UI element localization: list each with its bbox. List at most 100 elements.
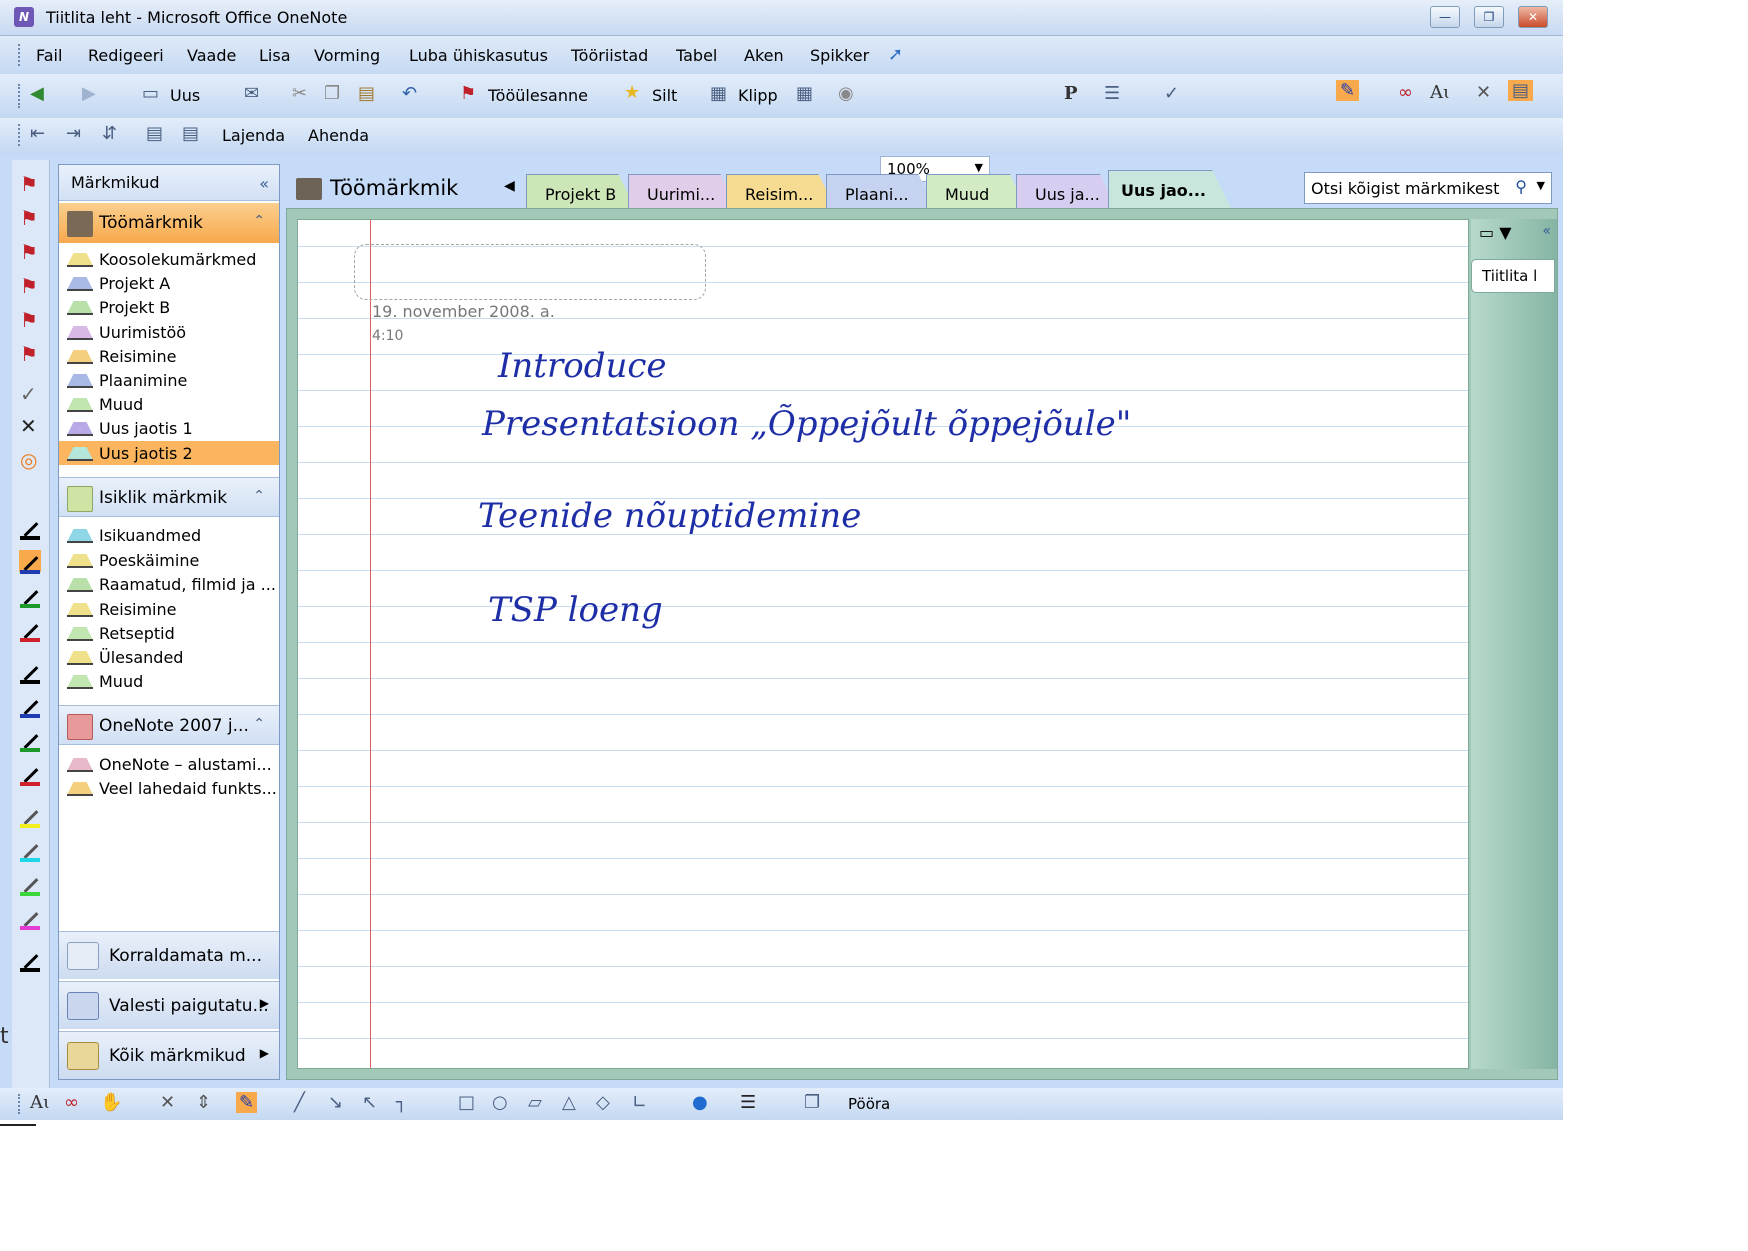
paste-icon[interactable]: ▤ <box>358 83 375 104</box>
check-icon[interactable]: ✓ <box>20 384 37 404</box>
rule-lines-icon[interactable]: ▤ <box>1508 80 1534 101</box>
toolbar-grip[interactable] <box>18 124 22 146</box>
move-icon[interactable]: ⇵ <box>102 123 117 144</box>
section-item[interactable]: Muud <box>59 669 279 693</box>
flag-icon[interactable]: ⚑ <box>20 344 38 364</box>
pen-red-icon[interactable] <box>19 618 41 642</box>
menu-tooriistad[interactable]: Tööriistad <box>571 46 648 65</box>
notebook-isiklik[interactable]: Isiklik märkmik ⌃ <box>59 477 279 517</box>
new-button[interactable]: Uus <box>170 86 200 105</box>
arrow-icon[interactable]: ↘ <box>328 1092 343 1113</box>
search-icon[interactable]: ⚲ <box>1515 177 1527 196</box>
close-icon[interactable]: ✕ <box>20 416 37 436</box>
section-item[interactable]: Koosolekumärkmed <box>59 247 279 271</box>
circle-icon[interactable]: ○ <box>492 1092 508 1113</box>
restore-button[interactable]: ❐ <box>1474 6 1504 28</box>
menu-spikker[interactable]: Spikker <box>810 46 869 65</box>
flag-icon[interactable]: ⚑ <box>20 310 38 330</box>
link-icon[interactable]: ◉ <box>838 83 854 104</box>
tab-reisimine[interactable]: Reisim... <box>726 174 836 210</box>
task-button[interactable]: Tööülesanne <box>488 86 588 105</box>
new-page-icon[interactable]: ▭ ▼ <box>1479 223 1512 242</box>
expand-button[interactable]: Lajenda <box>222 126 285 145</box>
pen-green-icon[interactable] <box>19 584 41 608</box>
parallelogram-icon[interactable]: ▱ <box>528 1092 542 1113</box>
help-link-icon[interactable]: ➚ <box>888 44 903 65</box>
collapse-pane-icon[interactable]: « <box>1542 223 1551 239</box>
color-icon[interactable]: ● <box>692 1092 708 1113</box>
section-item[interactable]: Retseptid <box>59 621 279 645</box>
section-item[interactable]: Uurimistöö <box>59 320 279 344</box>
menu-luba-uhiskasutus[interactable]: Luba ühiskasutus <box>409 46 548 65</box>
flag-icon[interactable]: ⚑ <box>20 174 38 194</box>
ink-line-2[interactable]: Presentatsioon „Õppejõult õppejõule" <box>482 404 1131 444</box>
graph-icon[interactable]: ∟ <box>632 1092 647 1113</box>
show-levels-icon[interactable]: ▤ <box>182 123 199 144</box>
menu-tabel[interactable]: Tabel <box>676 46 717 65</box>
paragraph-icon[interactable]: P <box>1064 83 1078 104</box>
forward-icon[interactable]: ▶ <box>82 83 96 104</box>
insert-space-icon[interactable]: ⇕ <box>196 1092 211 1113</box>
cut-icon[interactable]: ✂ <box>292 83 307 104</box>
highlighter-pink-icon[interactable] <box>19 906 41 930</box>
thickness-icon[interactable]: ☰ <box>740 1092 756 1113</box>
section-item[interactable]: Muud <box>59 392 279 416</box>
tab-uus-jaotis-2[interactable]: Uus jao... <box>1108 170 1232 210</box>
section-item-selected[interactable]: Uus jaotis 2 <box>59 441 279 465</box>
email-icon[interactable]: ✉ <box>244 83 259 104</box>
scroll-tabs-left-icon[interactable]: ◀ <box>504 178 515 194</box>
type-text-icon[interactable]: Aɩ <box>1430 82 1450 103</box>
panning-hand-icon[interactable]: ✋ <box>100 1092 122 1113</box>
triangle-icon[interactable]: △ <box>562 1092 576 1113</box>
section-item[interactable]: OneNote – alustami... <box>59 752 279 776</box>
tag-button[interactable]: Silt <box>652 86 677 105</box>
section-item[interactable]: Veel lahedaid funkts... <box>59 776 279 800</box>
tab-uus-jaotis-1[interactable]: Uus ja... <box>1016 174 1116 210</box>
menu-aken[interactable]: Aken <box>744 46 784 65</box>
note-page[interactable]: 19. november 2008. a. 4:10 Introduce Pre… <box>297 219 1469 1069</box>
collapse-button[interactable]: Ahenda <box>308 126 369 145</box>
section-item[interactable]: Poeskäimine <box>59 548 279 572</box>
menu-fail[interactable]: Fail <box>36 46 62 65</box>
section-item[interactable]: Reisimine <box>59 597 279 621</box>
clip-button[interactable]: Klipp <box>738 86 778 105</box>
ink-line-4[interactable]: TSP loeng <box>488 590 663 630</box>
page-tab[interactable]: Tiitlita l <box>1471 259 1555 293</box>
pen-red-icon[interactable] <box>19 762 41 786</box>
chevron-down-icon[interactable]: ▼ <box>1537 179 1545 192</box>
notebook-toomarkmik[interactable]: Töömärkmik ⌃ <box>59 203 279 243</box>
pen-blue-icon[interactable] <box>19 694 41 718</box>
close-button[interactable]: ✕ <box>1518 6 1548 28</box>
undo-icon[interactable]: ↶ <box>402 83 417 104</box>
table-icon[interactable]: ▦ <box>796 83 813 104</box>
back-icon[interactable]: ◀ <box>30 83 44 104</box>
menu-lisa[interactable]: Lisa <box>259 46 291 65</box>
line-icon[interactable]: ╱ <box>294 1092 305 1113</box>
chevron-up-icon[interactable]: ⌃ <box>253 213 265 229</box>
highlighter-yellow-icon[interactable] <box>19 804 41 828</box>
all-notebooks-button[interactable]: Kõik märkmikud ▶ <box>59 1031 279 1079</box>
menu-redigeeri[interactable]: Redigeeri <box>88 46 164 65</box>
flag-icon[interactable]: ⚑ <box>20 242 38 262</box>
toolbar-grip[interactable] <box>18 1094 22 1114</box>
section-item[interactable]: Isikuandmed <box>59 523 279 547</box>
lasso-icon[interactable]: ∞ <box>64 1092 79 1113</box>
search-input[interactable]: Otsi kõigist märkmikest ⚲ ▼ <box>1304 172 1552 204</box>
section-item[interactable]: Uus jaotis 1 <box>59 416 279 440</box>
menu-vaade[interactable]: Vaade <box>187 46 236 65</box>
diamond-icon[interactable]: ◇ <box>596 1092 610 1113</box>
pen-tool-icon[interactable]: ✎ <box>1336 80 1360 101</box>
menu-vorming[interactable]: Vorming <box>314 46 380 65</box>
highlighter-green-icon[interactable] <box>19 872 41 896</box>
section-item[interactable]: Projekt B <box>59 295 279 319</box>
promote-icon[interactable]: ⇤ <box>30 123 45 144</box>
section-item[interactable]: Reisimine <box>59 344 279 368</box>
flag-icon[interactable]: ⚑ <box>20 208 38 228</box>
axis-icon[interactable]: ┐ <box>396 1092 407 1113</box>
eraser-icon[interactable]: ✕ <box>160 1092 175 1113</box>
pen-green-icon[interactable] <box>19 728 41 752</box>
spelling-icon[interactable]: ✓ <box>1164 83 1179 104</box>
outlook-task-icon[interactable]: ◎ <box>20 450 37 470</box>
page-title-box[interactable] <box>354 244 706 300</box>
section-item[interactable]: Raamatud, filmid ja ... <box>59 572 279 596</box>
